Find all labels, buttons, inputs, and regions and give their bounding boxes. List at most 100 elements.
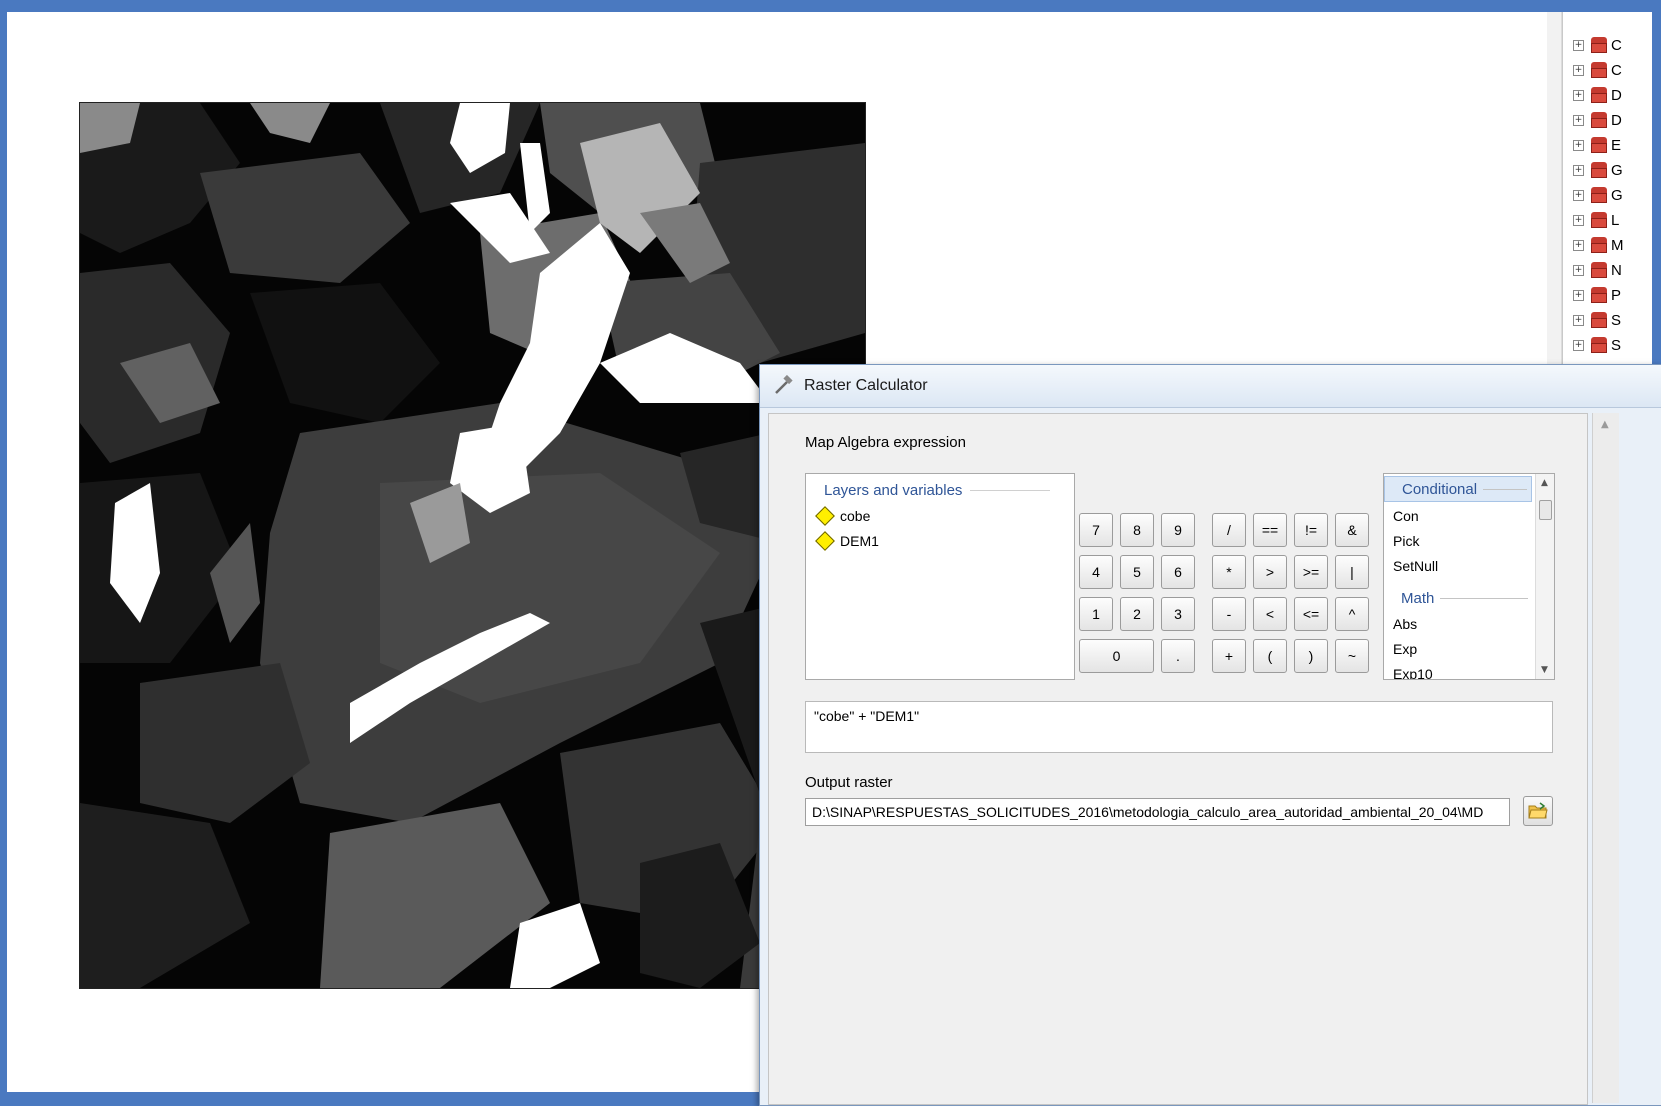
calc-button-9[interactable]: 9 [1161, 513, 1195, 547]
calc-button-6[interactable]: 6 [1161, 555, 1195, 589]
scroll-up-icon[interactable]: ▲ [1541, 478, 1548, 488]
toolbox-icon [1590, 162, 1608, 178]
expand-icon[interactable]: + [1573, 289, 1584, 301]
toolbox-icon [1590, 37, 1608, 53]
calc-button-8[interactable]: 8 [1120, 513, 1154, 547]
layer-label: cobe [840, 508, 871, 524]
calc-button-7[interactable]: 7 [1079, 513, 1113, 547]
layers-list[interactable]: Layers and variables cobe DEM1 [805, 473, 1075, 680]
expand-icon[interactable]: + [1573, 39, 1584, 51]
toolbox-icon [1590, 237, 1608, 253]
catalog-item-label: S [1611, 311, 1622, 329]
function-item-setnull[interactable]: SetNull [1393, 558, 1438, 574]
expand-icon[interactable]: + [1573, 164, 1584, 176]
calc-button-5[interactable]: 5 [1120, 555, 1154, 589]
function-item-abs[interactable]: Abs [1393, 616, 1417, 632]
calc-button-plus[interactable]: + [1212, 639, 1246, 673]
catalog-item-label: G [1611, 161, 1623, 179]
catalog-item-label: S [1611, 336, 1622, 354]
catalog-item[interactable]: + P [1573, 284, 1621, 306]
expand-icon[interactable]: + [1573, 314, 1584, 326]
calc-button-3[interactable]: 3 [1161, 597, 1195, 631]
conditional-group-header[interactable]: Conditional [1384, 476, 1532, 502]
calc-button-not-equal[interactable]: != [1294, 513, 1328, 547]
calc-button-equal[interactable]: == [1253, 513, 1287, 547]
catalog-item-label: D [1611, 111, 1622, 129]
math-header-text: Math [1401, 589, 1435, 607]
scroll-down-icon[interactable]: ▼ [1541, 665, 1548, 675]
calc-button-not[interactable]: ~ [1335, 639, 1369, 673]
layer-label: DEM1 [840, 533, 879, 549]
functions-scrollbar[interactable]: ▲ ▼ [1535, 474, 1554, 679]
toolbox-icon [1590, 312, 1608, 328]
calc-button-less[interactable]: < [1253, 597, 1287, 631]
layer-item-cobe[interactable]: cobe [814, 506, 871, 526]
calc-button-multiply[interactable]: * [1212, 555, 1246, 589]
calc-button-decimal[interactable]: . [1161, 639, 1195, 673]
catalog-item[interactable]: + N [1573, 259, 1622, 281]
calc-button-greater[interactable]: > [1253, 555, 1287, 589]
catalog-item[interactable]: + C [1573, 34, 1622, 56]
layers-group-header: Layers and variables [824, 482, 1051, 499]
raster-calculator-dialog: Raster Calculator Map Algebra expression… [759, 364, 1661, 1106]
dialog-scrollbar[interactable]: ▲ [1592, 413, 1619, 1103]
dialog-content: Map Algebra expression Layers and variab… [768, 413, 1588, 1105]
catalog-tree: + C + C + D + D + E + G + G + L + M + N + P + S + S [1562, 12, 1652, 392]
toolbox-icon [1590, 337, 1608, 353]
catalog-item[interactable]: + C [1573, 59, 1622, 81]
browse-button[interactable] [1523, 796, 1553, 826]
calc-button-and[interactable]: & [1335, 513, 1369, 547]
function-item-con[interactable]: Con [1393, 508, 1419, 524]
catalog-item[interactable]: + D [1573, 84, 1622, 106]
expand-icon[interactable]: + [1573, 214, 1584, 226]
function-item-pick[interactable]: Pick [1393, 533, 1419, 549]
raster-map-view[interactable] [79, 102, 866, 989]
catalog-item-label: C [1611, 36, 1622, 54]
expand-icon[interactable]: + [1573, 189, 1584, 201]
expand-icon[interactable]: + [1573, 264, 1584, 276]
catalog-item[interactable]: + L [1573, 209, 1619, 231]
catalog-item-label: E [1611, 136, 1622, 154]
catalog-item-label: D [1611, 86, 1622, 104]
calc-button-0[interactable]: 0 [1079, 639, 1154, 673]
catalog-item[interactable]: + G [1573, 184, 1623, 206]
calc-button-xor[interactable]: ^ [1335, 597, 1369, 631]
toolbox-icon [1590, 187, 1608, 203]
toolbox-icon [1590, 112, 1608, 128]
scroll-up-icon[interactable]: ▲ [1601, 419, 1609, 430]
calc-button-2[interactable]: 2 [1120, 597, 1154, 631]
catalog-item[interactable]: + D [1573, 109, 1622, 131]
calc-button-or[interactable]: | [1335, 555, 1369, 589]
expand-icon[interactable]: + [1573, 239, 1584, 251]
catalog-item[interactable]: + S [1573, 309, 1621, 331]
functions-list[interactable]: Conditional Con Pick SetNull Math Abs Ex… [1383, 473, 1555, 680]
toc-scrollbar[interactable] [1547, 12, 1562, 392]
function-item-exp[interactable]: Exp [1393, 641, 1417, 657]
catalog-item[interactable]: + M [1573, 234, 1624, 256]
calc-button-4[interactable]: 4 [1079, 555, 1113, 589]
expand-icon[interactable]: + [1573, 89, 1584, 101]
expression-label: Map Algebra expression [805, 434, 966, 451]
catalog-item[interactable]: + E [1573, 134, 1621, 156]
output-raster-input[interactable]: D:\SINAP\RESPUESTAS_SOLICITUDES_2016\met… [805, 798, 1510, 826]
hammer-icon [775, 375, 793, 394]
expand-icon[interactable]: + [1573, 64, 1584, 76]
expand-icon[interactable]: + [1573, 339, 1584, 351]
expression-input[interactable]: "cobe" + "DEM1" [805, 701, 1553, 753]
toolbox-icon [1590, 87, 1608, 103]
calc-button-divide[interactable]: / [1212, 513, 1246, 547]
calc-button-minus[interactable]: - [1212, 597, 1246, 631]
catalog-item[interactable]: + G [1573, 159, 1623, 181]
calc-button-1[interactable]: 1 [1079, 597, 1113, 631]
dialog-titlebar[interactable]: Raster Calculator [760, 365, 1661, 408]
layer-item-dem1[interactable]: DEM1 [814, 531, 879, 551]
calc-button-open-paren[interactable]: ( [1253, 639, 1287, 673]
catalog-item[interactable]: + S [1573, 334, 1621, 356]
scroll-thumb[interactable] [1539, 500, 1552, 520]
expand-icon[interactable]: + [1573, 114, 1584, 126]
expand-icon[interactable]: + [1573, 139, 1584, 151]
calc-button-close-paren[interactable]: ) [1294, 639, 1328, 673]
calc-button-greater-equal[interactable]: >= [1294, 555, 1328, 589]
calc-button-less-equal[interactable]: <= [1294, 597, 1328, 631]
function-item-exp10[interactable]: Exp10 [1393, 666, 1433, 679]
